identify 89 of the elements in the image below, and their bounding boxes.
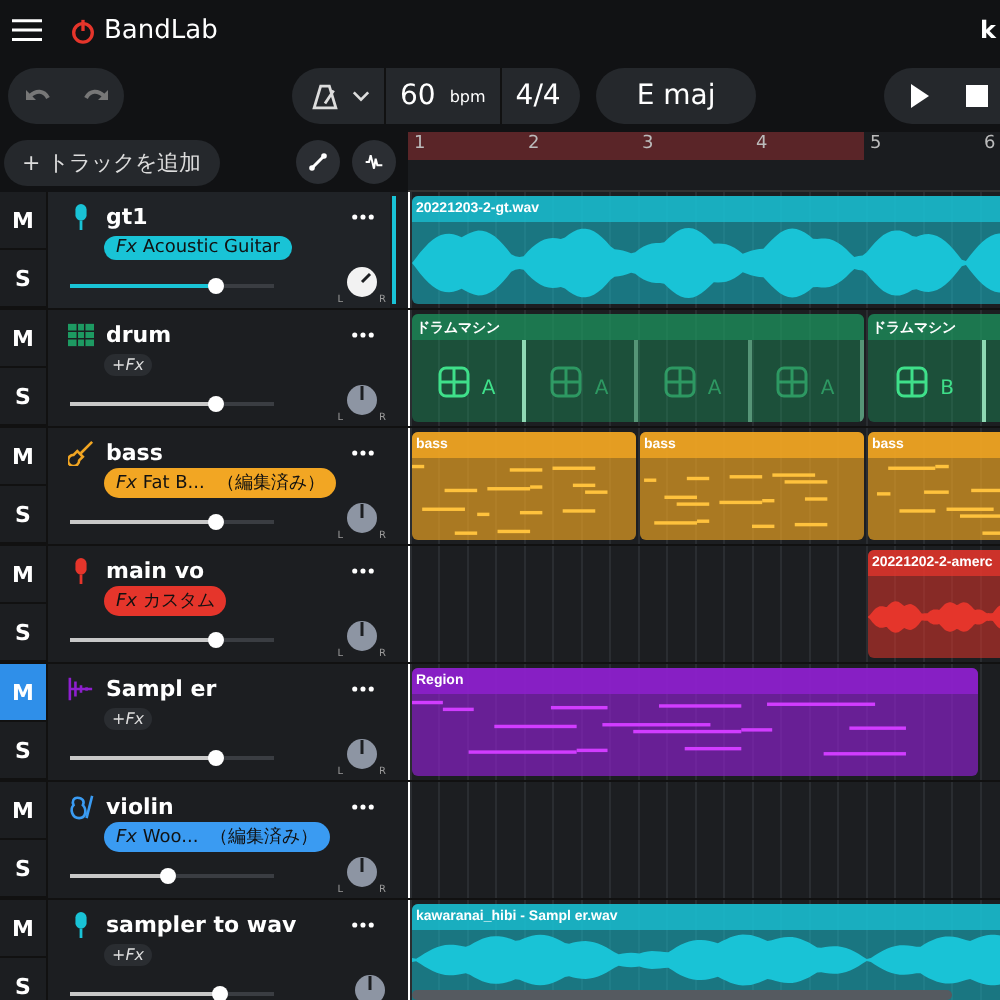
pattern-grid-icon (437, 365, 470, 397)
volume-thumb[interactable] (159, 867, 176, 883)
line-icon (308, 152, 328, 172)
volume-thumb[interactable] (208, 749, 225, 765)
add-effect-button[interactable]: +Fx (104, 708, 153, 730)
play-icon[interactable] (908, 84, 930, 108)
bar-number: 5 (870, 134, 882, 154)
metronome-icon[interactable] (312, 83, 338, 109)
mute-button[interactable]: M (0, 310, 48, 368)
pattern-letter: B (940, 378, 954, 400)
pattern-grid-icon (896, 365, 929, 397)
more-options-icon[interactable] (352, 449, 374, 455)
pan-knob[interactable] (345, 855, 378, 887)
solo-button[interactable]: S (0, 840, 48, 898)
more-options-icon[interactable] (352, 331, 374, 337)
waveform-icon (364, 152, 384, 172)
pattern-letter: A (481, 378, 496, 400)
undo-icon[interactable] (23, 86, 51, 106)
volume-thumb[interactable] (208, 631, 225, 647)
pan-knob[interactable] (354, 973, 386, 1000)
solo-button[interactable]: S (0, 368, 48, 426)
automation-button[interactable] (296, 140, 340, 184)
bar-number: 3 (642, 134, 654, 154)
effect-chip[interactable]: Fx Woo... （編集済み） (104, 822, 331, 852)
selection-indicator (392, 196, 396, 304)
add-effect-button[interactable]: +Fx (104, 944, 153, 966)
pattern-grid-icon (776, 365, 809, 397)
logo-icon (70, 17, 96, 43)
chevron-icon[interactable] (352, 90, 370, 102)
pan-knob[interactable] (345, 383, 378, 415)
tempo-value[interactable]: 60 (400, 80, 436, 112)
track-name[interactable]: drum (106, 321, 172, 347)
pattern-grid-icon (663, 365, 696, 397)
more-options-icon[interactable] (352, 921, 374, 927)
track-name[interactable]: main vo (106, 557, 205, 583)
solo-button[interactable]: S (0, 250, 48, 308)
volume-thumb[interactable] (212, 985, 229, 1000)
menu-icon[interactable] (12, 18, 42, 42)
pattern-cell[interactable]: A (412, 340, 525, 422)
track-name[interactable]: Sampl er (106, 675, 217, 701)
volume-thumb[interactable] (208, 395, 225, 411)
effect-chip[interactable]: Fx カスタム (104, 586, 227, 616)
track-name[interactable]: gt1 (106, 203, 148, 229)
mute-button[interactable]: M (0, 546, 48, 604)
mute-button[interactable]: M (0, 428, 48, 486)
horizontal-scrollbar[interactable] (412, 990, 952, 1000)
redo-icon[interactable] (81, 86, 109, 106)
add-track-button[interactable]: + トラックを追加 (4, 139, 220, 185)
more-options-icon[interactable] (352, 567, 374, 573)
track-header[interactable]: sampler to wav +Fx (48, 900, 390, 1000)
user-initial[interactable]: k (980, 16, 996, 44)
waveform-button[interactable] (352, 140, 396, 184)
timeline-ruler[interactable]: 1 2 3 4 5 6 (408, 132, 1000, 192)
volume-thumb[interactable] (208, 513, 225, 529)
more-options-icon[interactable] (352, 685, 374, 691)
key-button[interactable]: E maj (596, 68, 756, 124)
mute-button[interactable]: M (0, 192, 48, 250)
more-options-icon[interactable] (352, 803, 374, 809)
solo-button[interactable]: S (0, 722, 48, 780)
track-name[interactable]: sampler to wav (106, 911, 297, 937)
time-signature[interactable]: 4/4 (515, 80, 561, 112)
bar-number: 6 (984, 134, 996, 154)
tempo-unit: bpm (449, 87, 486, 105)
add-effect-button[interactable]: +Fx (104, 354, 153, 376)
more-options-icon[interactable] (352, 213, 374, 219)
track-name[interactable]: violin (106, 793, 174, 819)
stop-icon[interactable] (966, 84, 988, 108)
solo-button[interactable]: S (0, 958, 48, 1000)
brand-name: BandLab (104, 15, 218, 45)
pattern-letter: A (594, 378, 609, 400)
mute-button[interactable]: M (0, 900, 48, 958)
pattern-cell[interactable]: B (868, 340, 986, 422)
pan-knob[interactable] (345, 737, 378, 769)
pattern-letter: A (820, 378, 835, 400)
volume-thumb[interactable] (208, 277, 225, 293)
effect-chip[interactable]: Fx Acoustic Guitar (104, 235, 292, 259)
pan-knob[interactable] (345, 265, 378, 297)
pattern-letter: A (707, 378, 722, 400)
mute-button[interactable]: M (0, 782, 48, 840)
pan-knob[interactable] (345, 619, 378, 651)
track-name[interactable]: bass (106, 439, 163, 465)
pattern-grid-icon (550, 365, 583, 397)
pan-knob[interactable] (345, 501, 378, 533)
bar-number: 1 (414, 134, 426, 154)
bar-number: 4 (756, 134, 768, 154)
bar-number: 2 (528, 134, 540, 154)
solo-button[interactable]: S (0, 486, 48, 544)
solo-button[interactable]: S (0, 604, 48, 662)
effect-chip[interactable]: Fx Fat B... （編集済み） (104, 468, 337, 498)
